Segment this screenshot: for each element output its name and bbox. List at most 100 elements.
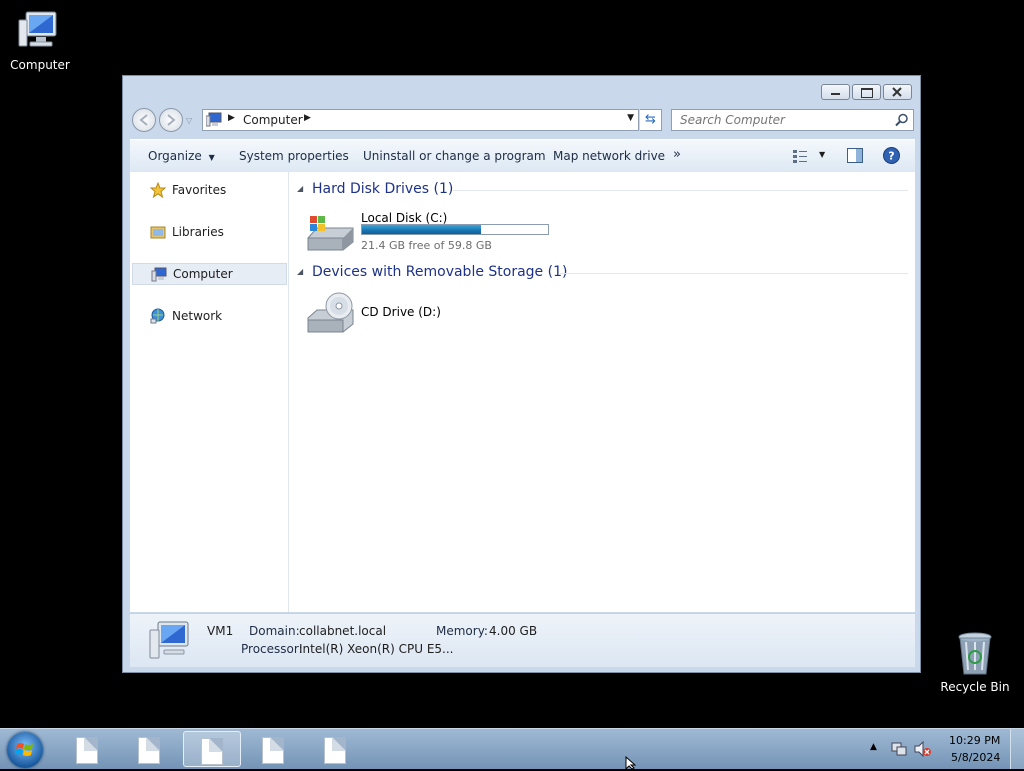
nav-item-favorites[interactable]: Favorites [130,179,288,201]
refresh-icon: ⇆ [645,112,656,127]
taskbar-app-button[interactable] [59,731,117,767]
close-icon [892,87,902,97]
network-icon [150,308,165,324]
help-icon: ? [883,147,900,164]
minimize-button[interactable] [821,84,850,100]
computer-name: VM1 [207,624,234,638]
star-icon [150,182,166,198]
navigation-buttons: ▽ [131,108,201,134]
processor-value: Intel(R) Xeon(R) CPU E5... [299,642,454,656]
group-header-hard-disk-drives[interactable]: Hard Disk Drives (1) [312,181,453,197]
windows-logo-icon [15,743,33,756]
breadcrumb-separator-icon[interactable]: ▶ [304,113,311,123]
document-icon [324,737,346,764]
taskbar-app-button-active[interactable] [183,731,241,767]
address-bar[interactable]: ▶ Computer ▶ ▼ [202,109,639,131]
search-input[interactable] [678,112,882,128]
forward-arrow-icon [167,114,176,126]
show-desktop-button[interactable] [1010,729,1024,769]
show-hidden-icons-button[interactable]: ▲ [870,742,877,752]
organize-label: Organize [148,149,202,163]
help-button[interactable]: ? [883,147,900,167]
clock-time[interactable]: 10:29 PM [949,734,1000,747]
breadcrumb-separator-icon[interactable]: ▶ [228,113,235,123]
forward-button[interactable] [159,108,183,132]
group-divider [453,190,908,191]
document-icon [76,737,98,764]
address-row: ▽ ▶ Computer ▶ ▼ ⇆ [131,106,914,134]
more-commands-button[interactable]: » [673,147,681,162]
domain-label: Domain: [249,624,300,638]
nav-item-label: Network [172,309,223,323]
drive-free-space: 21.4 GB free of 59.8 GB [361,239,492,252]
uninstall-program-button[interactable]: Uninstall or change a program [363,149,546,163]
recent-pages-dropdown[interactable]: ▽ [186,116,192,125]
nav-item-libraries[interactable]: Libraries [130,221,288,243]
memory-label: Memory: [436,624,488,638]
preview-pane-button[interactable] [847,148,863,166]
computer-icon [18,11,57,47]
nav-item-network[interactable]: Network [130,305,288,327]
recycle-bin-icon [958,632,992,675]
organize-menu[interactable]: Organize ▼ [148,149,215,163]
drive-name: CD Drive (D:) [361,305,441,319]
domain-value: collabnet.local [299,624,387,638]
desktop-recycle-bin-icon[interactable]: Recycle Bin [935,630,1015,694]
navigation-pane: Favorites Libraries Computer Network [130,172,289,612]
taskbar-app-button[interactable] [121,731,179,767]
desktop-icon-label: Computer [10,58,70,72]
title-bar[interactable] [123,76,920,106]
address-dropdown-icon[interactable]: ▼ [627,113,634,123]
collapse-group-icon[interactable]: ◢ [297,184,303,193]
computer-icon [206,112,222,127]
group-divider [560,273,908,274]
desktop-computer-icon[interactable]: Computer [0,8,80,72]
nav-item-computer[interactable]: Computer [132,263,287,285]
svg-text:?: ? [888,150,894,163]
back-button[interactable] [132,108,156,132]
nav-item-label: Libraries [172,225,224,239]
map-network-drive-button[interactable]: Map network drive [553,149,665,163]
processor-label: Processor: [241,642,303,656]
disk-usage-fill [362,225,482,234]
hard-drive-icon [307,216,354,251]
change-view-button[interactable]: ▼ [792,148,825,167]
chevron-down-icon: ▼ [208,153,215,162]
start-button[interactable] [7,732,43,768]
cd-drive-icon [307,292,354,333]
clock-date[interactable]: 5/8/2024 [951,751,1000,764]
refresh-button[interactable]: ⇆ [640,109,662,131]
restore-button[interactable] [852,84,881,100]
disk-usage-bar [361,224,549,235]
restore-icon [861,88,873,98]
breadcrumb-computer[interactable]: Computer [243,113,303,127]
taskbar: ▲ 10:29 PM 5/8/2024 [0,728,1024,769]
search-box[interactable] [671,109,914,131]
minimize-icon [831,93,840,95]
search-icon [895,113,908,127]
group-header-removable-storage[interactable]: Devices with Removable Storage (1) [312,264,567,280]
drive-name: Local Disk (C:) [361,211,448,225]
taskbar-app-button[interactable] [307,731,365,767]
explorer-window: ▽ ▶ Computer ▶ ▼ ⇆ Organize [122,75,921,673]
chevron-down-icon: ▼ [819,150,826,159]
nav-item-label: Favorites [172,183,227,197]
details-pane: VM1 Domain: collabnet.local Memory: 4.00… [130,613,915,667]
document-icon [262,737,284,764]
volume-muted-icon[interactable] [914,741,932,757]
back-arrow-icon [139,114,148,126]
memory-value: 4.00 GB [489,624,538,638]
preview-pane-icon [847,148,863,163]
close-button[interactable] [883,84,912,100]
computer-icon [149,621,189,659]
drive-item-cd-drive[interactable]: CD Drive (D:) [305,290,565,338]
nav-item-label: Computer [173,267,233,281]
command-bar: Organize ▼ System properties Uninstall o… [130,139,915,173]
system-properties-button[interactable]: System properties [239,149,349,163]
computer-icon [151,267,167,282]
taskbar-app-button[interactable] [245,731,303,767]
libraries-icon [150,226,166,239]
network-status-icon[interactable] [891,741,907,757]
content-area: Favorites Libraries Computer Network ◢ H… [130,172,915,612]
collapse-group-icon[interactable]: ◢ [297,267,303,276]
